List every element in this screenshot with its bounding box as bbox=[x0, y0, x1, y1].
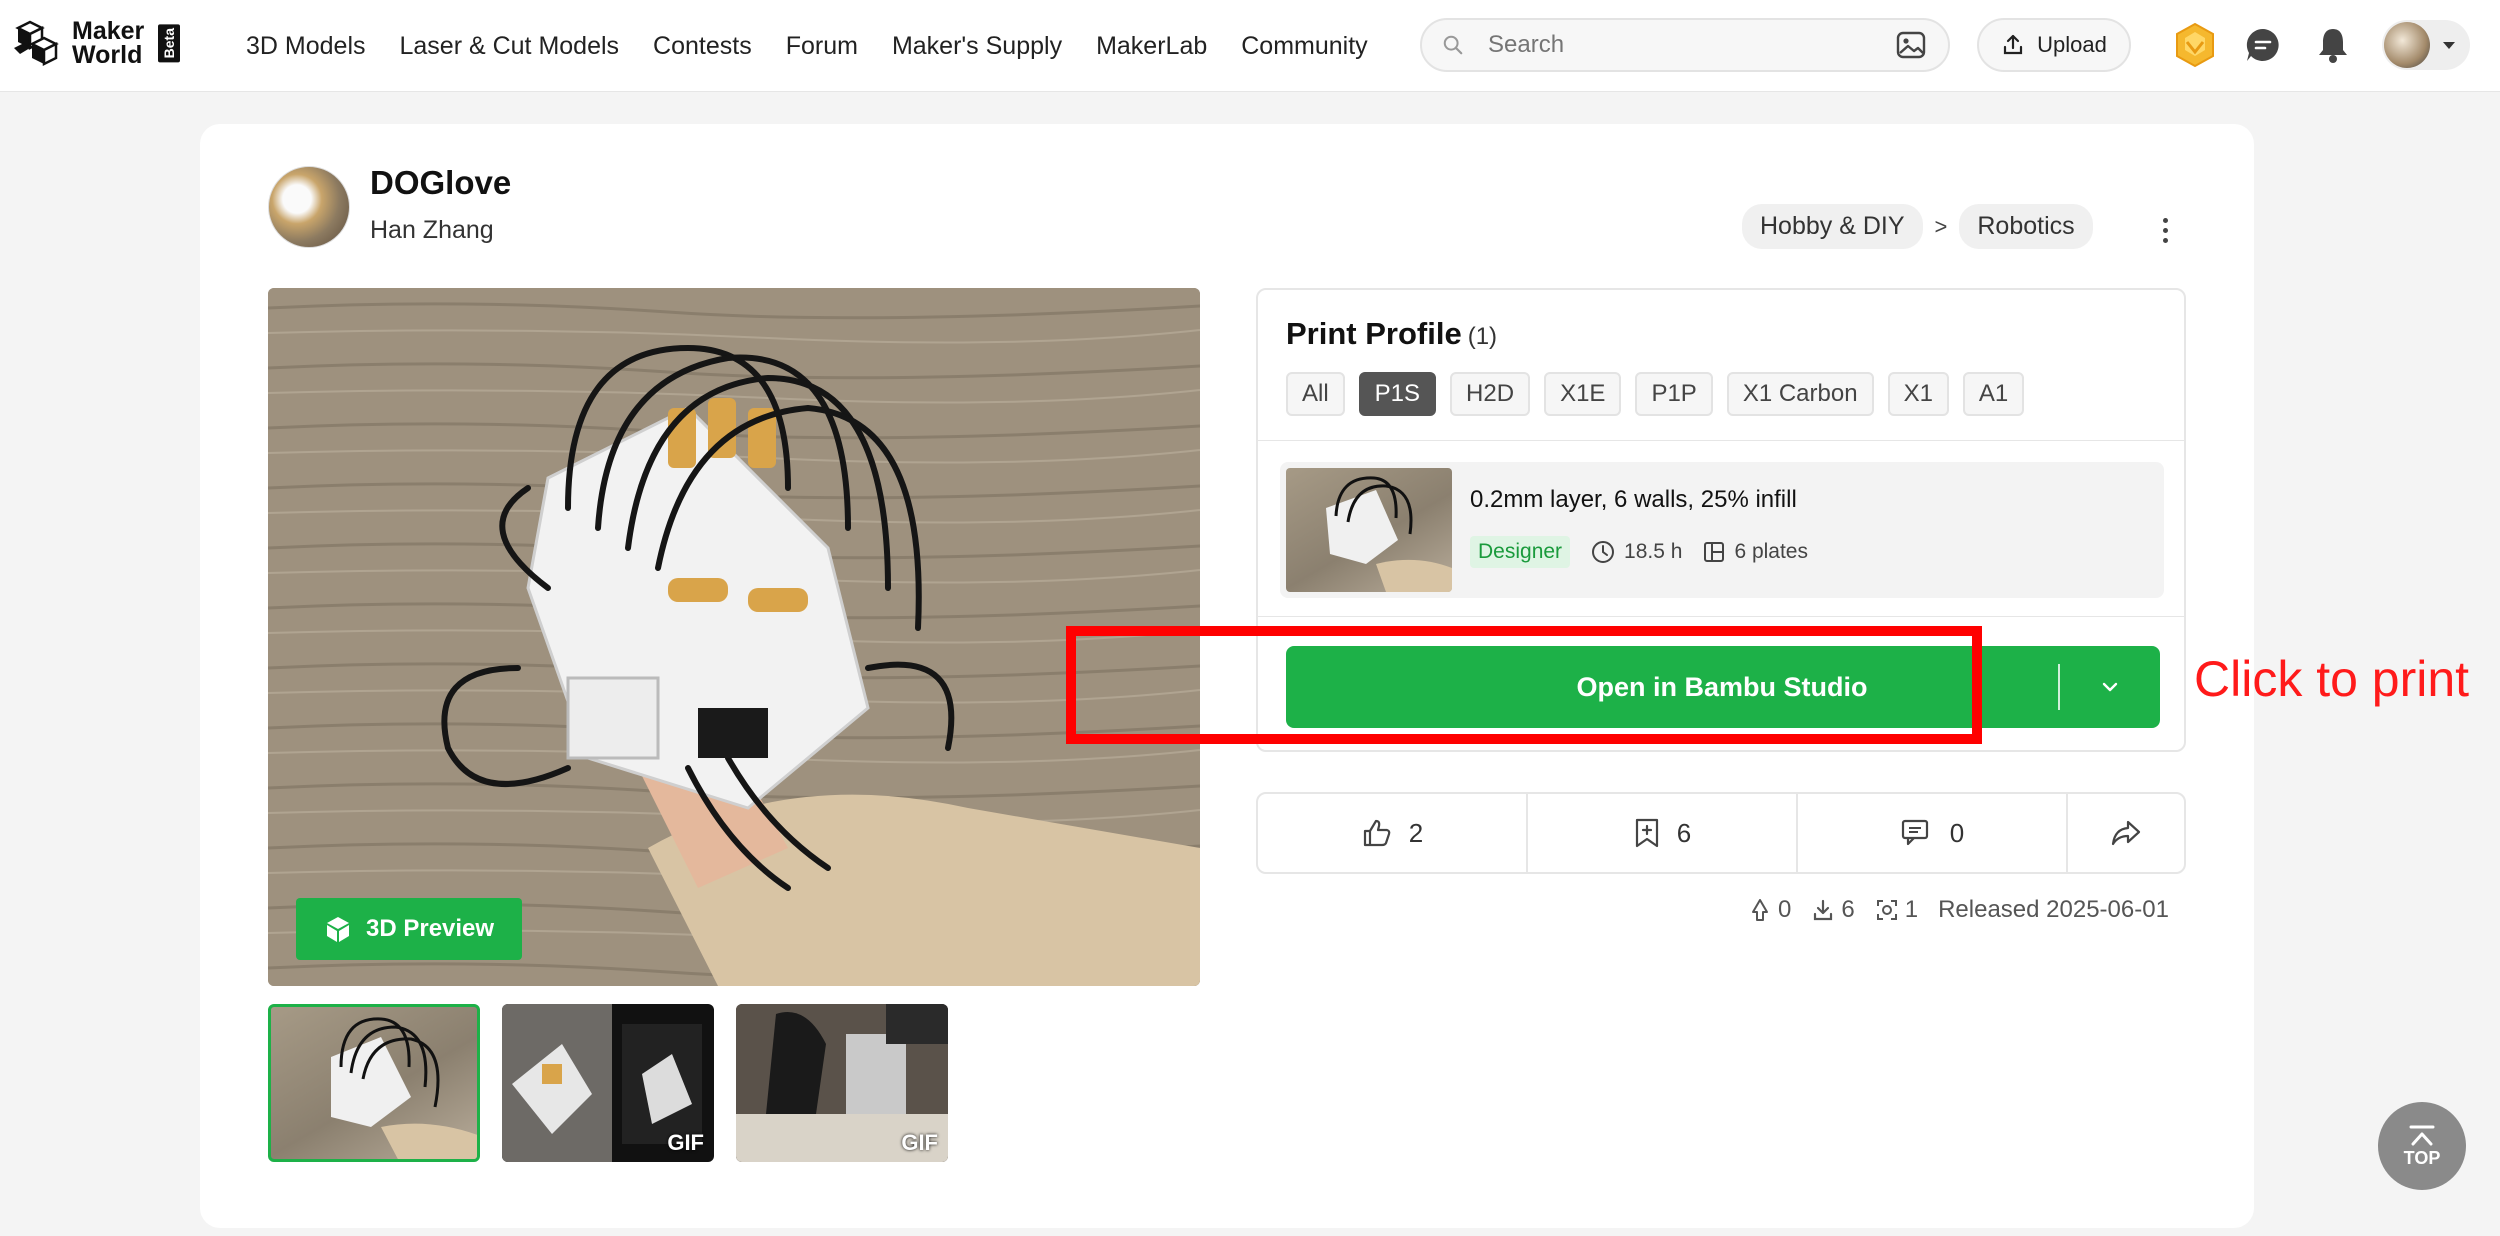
more-options-icon[interactable] bbox=[2150, 210, 2180, 250]
author-name[interactable]: Han Zhang bbox=[370, 216, 494, 245]
back-to-top-label: TOP bbox=[2403, 1147, 2441, 1168]
breadcrumb-hobby-diy[interactable]: Hobby & DIY bbox=[1742, 204, 1923, 249]
profile-name: 0.2mm layer, 6 walls, 25% infill bbox=[1470, 486, 1797, 513]
search-input[interactable] bbox=[1488, 31, 1894, 59]
printer-filter-chips: All P1S H2D X1E P1P X1 Carbon X1 A1 bbox=[1286, 372, 2025, 416]
profile-thumbnail bbox=[1286, 468, 1452, 592]
bookmark-add-icon bbox=[1635, 818, 1658, 848]
comment-count: 0 bbox=[1949, 817, 1965, 848]
glove-photo bbox=[268, 288, 1200, 986]
filter-p1p[interactable]: P1P bbox=[1635, 372, 1713, 416]
nav-3d-models[interactable]: 3D Models bbox=[246, 32, 366, 61]
print-profile-title: Print Profile (1) bbox=[1286, 316, 1498, 351]
divider bbox=[1258, 616, 2184, 617]
upload-icon bbox=[2004, 34, 2023, 55]
filter-a1[interactable]: A1 bbox=[1962, 372, 2025, 416]
boost-icon bbox=[1752, 899, 1768, 921]
user-avatar bbox=[2384, 22, 2430, 68]
plate-count: 6 plates bbox=[1702, 540, 1808, 564]
share-button[interactable] bbox=[2068, 794, 2184, 872]
collect-button[interactable]: 6 bbox=[1528, 794, 1798, 872]
author-avatar[interactable] bbox=[268, 166, 350, 248]
annotation-highlight-box bbox=[1066, 626, 1982, 744]
thumbnail-strip: GIF GIF bbox=[268, 1004, 948, 1162]
release-date: Released 2025-06-01 bbox=[1938, 896, 2169, 923]
beta-badge: Beta bbox=[158, 23, 181, 63]
nav-forum[interactable]: Forum bbox=[786, 32, 858, 61]
user-menu[interactable] bbox=[2382, 20, 2470, 70]
arrow-up-icon bbox=[2409, 1125, 2435, 1145]
membership-badge-icon[interactable] bbox=[2172, 22, 2218, 68]
breadcrumb: Hobby & DIY > Robotics bbox=[1742, 204, 2093, 249]
thumbnail-2[interactable]: GIF bbox=[502, 1004, 714, 1162]
profile-meta: Designer 18.5 h 6 plates bbox=[1470, 536, 1808, 568]
print-profile-item[interactable]: 0.2mm layer, 6 walls, 25% infill Designe… bbox=[1280, 462, 2164, 598]
filter-h2d[interactable]: H2D bbox=[1450, 372, 1531, 416]
logo-wordmark: Maker World bbox=[72, 17, 145, 69]
search-bar bbox=[1420, 18, 1950, 72]
nav-community[interactable]: Community bbox=[1241, 32, 1367, 61]
image-search-icon[interactable] bbox=[1894, 28, 1928, 62]
top-navigation-bar: Maker World Beta 3D Models Laser & Cut M… bbox=[0, 0, 2500, 92]
boost-count: 0 bbox=[1748, 896, 1791, 924]
main-model-image[interactable]: 3D Preview bbox=[268, 288, 1200, 986]
like-count: 2 bbox=[1408, 817, 1424, 848]
nav-laser-cut-models[interactable]: Laser & Cut Models bbox=[400, 32, 620, 61]
gif-badge: GIF bbox=[667, 1130, 704, 1155]
3d-preview-label: 3D Preview bbox=[366, 915, 495, 942]
nav-makers-supply[interactable]: Maker's Supply bbox=[892, 32, 1062, 61]
upload-button[interactable]: Upload bbox=[1977, 18, 2131, 72]
messages-icon[interactable] bbox=[2240, 22, 2286, 68]
filter-x1[interactable]: X1 bbox=[1887, 372, 1949, 416]
filter-p1s[interactable]: P1S bbox=[1358, 372, 1437, 416]
chevron-down-icon bbox=[2443, 42, 2455, 49]
collect-count: 6 bbox=[1676, 817, 1692, 848]
print-profile-count: (1) bbox=[1467, 323, 1498, 350]
upload-label: Upload bbox=[2037, 32, 2107, 57]
breadcrumb-robotics[interactable]: Robotics bbox=[1959, 204, 2093, 249]
chevron-down-icon bbox=[2102, 682, 2118, 692]
notifications-bell-icon[interactable] bbox=[2310, 22, 2356, 68]
nav-contests[interactable]: Contests bbox=[653, 32, 752, 61]
makerworld-logo[interactable]: Maker World Beta bbox=[12, 17, 181, 69]
comment-button[interactable]: 0 bbox=[1798, 794, 2068, 872]
gif-badge: GIF bbox=[901, 1130, 938, 1155]
comments-icon bbox=[1901, 819, 1928, 846]
cube-logo-icon bbox=[14, 20, 59, 67]
cube-icon bbox=[327, 917, 349, 942]
print-count: 1 bbox=[1875, 896, 1918, 924]
filter-all[interactable]: All bbox=[1286, 372, 1345, 416]
divider bbox=[1258, 440, 2184, 441]
thumbnail-1[interactable] bbox=[268, 1004, 480, 1162]
thumbs-up-icon bbox=[1363, 819, 1391, 847]
main-nav: 3D Models Laser & Cut Models Contests Fo… bbox=[246, 0, 1368, 92]
3d-preview-button[interactable]: 3D Preview bbox=[296, 898, 523, 960]
designer-badge: Designer bbox=[1470, 536, 1571, 568]
back-to-top-button[interactable]: TOP bbox=[2378, 1102, 2466, 1190]
download-icon bbox=[1814, 899, 1833, 921]
engagement-bar: 2 6 0 bbox=[1256, 792, 2186, 874]
thumbnail-image bbox=[331, 1017, 477, 1159]
like-button[interactable]: 2 bbox=[1258, 794, 1528, 872]
clock-icon bbox=[1592, 541, 1615, 563]
model-metadata: 0 6 1 Released 2025-06-01 bbox=[1748, 896, 2169, 924]
breadcrumb-separator: > bbox=[1934, 213, 1948, 239]
model-title: DOGlove bbox=[370, 164, 512, 201]
print-time: 18.5 h bbox=[1590, 539, 1682, 565]
filter-x1e[interactable]: X1E bbox=[1544, 372, 1622, 416]
download-count: 6 bbox=[1811, 896, 1855, 924]
share-icon bbox=[2111, 820, 2141, 846]
print-icon bbox=[1876, 900, 1897, 920]
thumbnail-3[interactable]: GIF bbox=[736, 1004, 948, 1162]
search-icon bbox=[1443, 35, 1463, 55]
open-options-dropdown[interactable] bbox=[2060, 675, 2160, 699]
plates-icon bbox=[1704, 542, 1725, 562]
nav-makerlab[interactable]: MakerLab bbox=[1096, 32, 1207, 61]
annotation-text: Click to print bbox=[2194, 651, 2470, 707]
filter-x1-carbon[interactable]: X1 Carbon bbox=[1726, 372, 1874, 416]
